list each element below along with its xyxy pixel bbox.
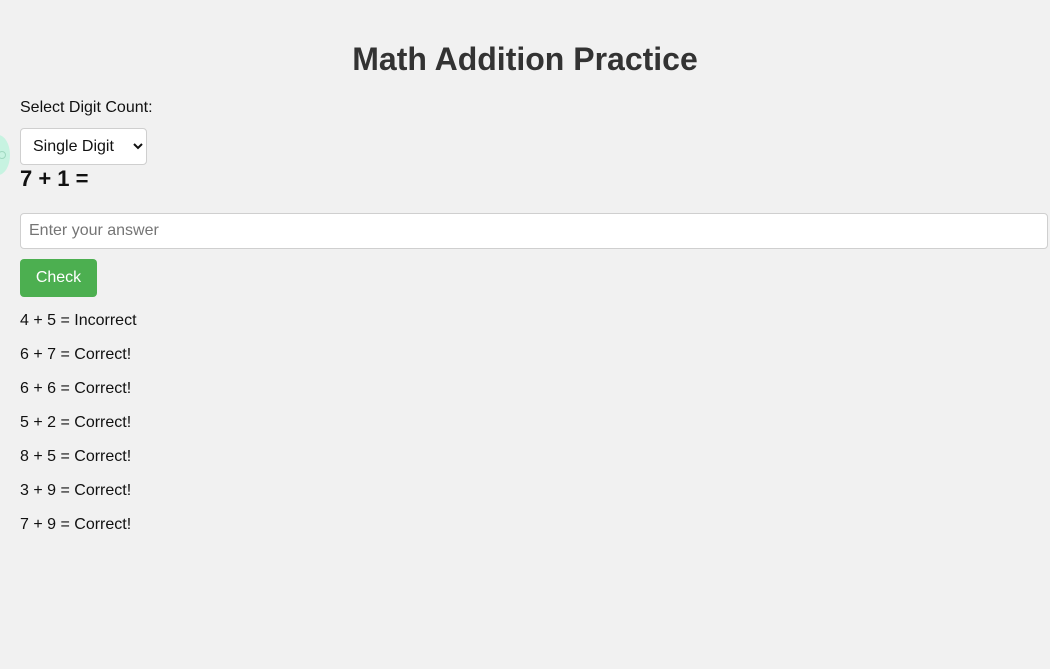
result-item: 6 + 6 = Correct! (20, 380, 132, 397)
page: Math Addition Practice Select Digit Coun… (0, 0, 1050, 669)
result-history-list: 4 + 5 = Incorrect 6 + 7 = Correct! 6 + 6… (20, 311, 137, 549)
digit-count-label: Select Digit Count: (20, 99, 153, 116)
floating-widget-icon[interactable] (0, 135, 10, 175)
result-item: 3 + 9 = Correct! (20, 482, 132, 499)
digit-count-select[interactable]: Single Digit (20, 128, 147, 165)
check-button[interactable]: Check (20, 259, 97, 297)
answer-input[interactable] (20, 213, 1048, 249)
result-item: 6 + 7 = Correct! (20, 346, 132, 363)
result-item: 4 + 5 = Incorrect (20, 312, 137, 329)
result-item: 8 + 5 = Correct! (20, 448, 132, 465)
page-title: Math Addition Practice (352, 41, 698, 77)
result-item: 5 + 2 = Correct! (20, 414, 132, 431)
question-text: 7 + 1 = (20, 166, 89, 191)
result-item: 7 + 9 = Correct! (20, 516, 132, 533)
